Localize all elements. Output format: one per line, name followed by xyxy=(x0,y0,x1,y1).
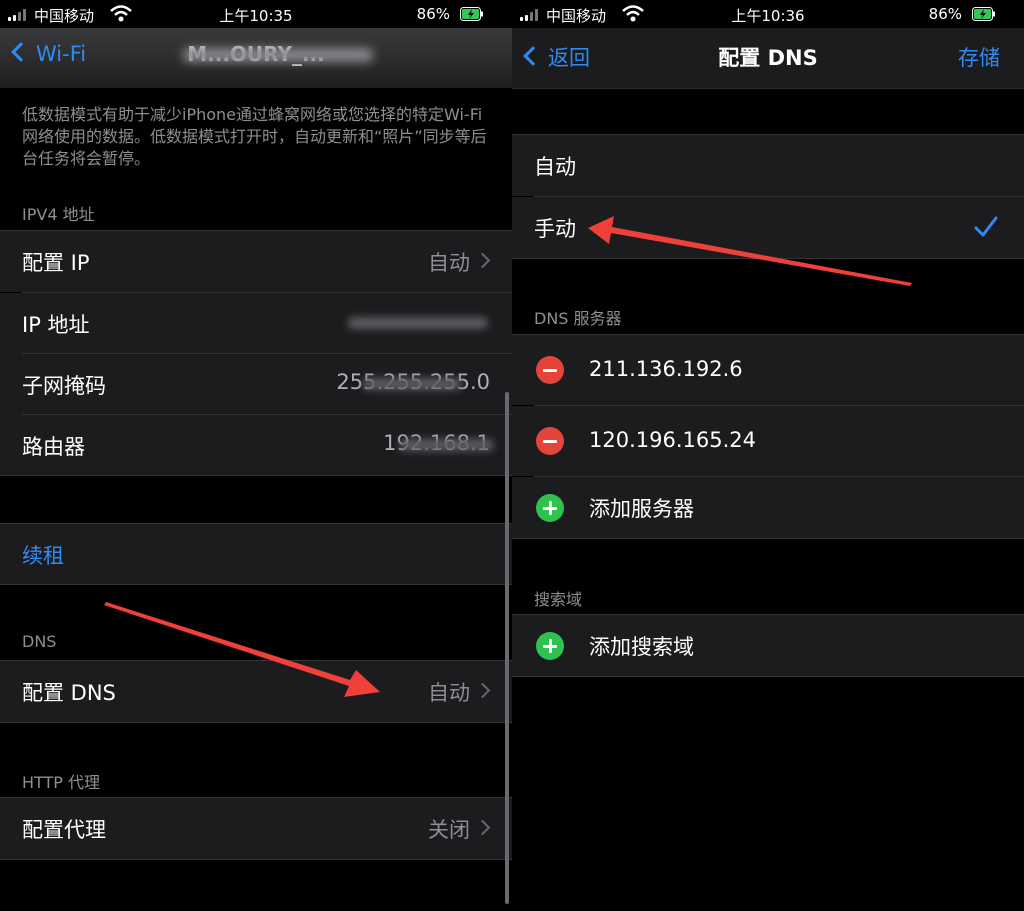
renew-lease-button[interactable]: 续租 xyxy=(0,524,512,585)
configure-proxy-label: 配置代理 xyxy=(22,818,106,842)
subnet-mask-row: 子网掩码 255.255.255.0 xyxy=(0,354,512,415)
router-label: 路由器 xyxy=(22,435,85,459)
configure-ip-label: 配置 IP xyxy=(22,251,90,275)
right-screen: 中国移动 上午10:36 86% 返回 配置 DNS 存储 自动 手动 DNS … xyxy=(512,0,1024,911)
dns-server-row: 211.136.192.6 xyxy=(512,335,1024,405)
search-domains-section-header: 搜索域 xyxy=(534,590,583,609)
nav-bar: Wi-Fi M...OURY_... xyxy=(0,28,512,88)
dns-mode-manual-option[interactable]: 手动 xyxy=(512,197,1024,258)
configure-dns-row[interactable]: 配置 DNS 自动 xyxy=(0,661,512,722)
dns-server-address[interactable]: 120.196.165.24 xyxy=(589,428,756,452)
http-proxy-section-header: HTTP 代理 xyxy=(22,773,101,792)
ip-address-value-redacted xyxy=(348,317,488,329)
save-button[interactable]: 存储 xyxy=(958,42,1000,72)
add-icon xyxy=(536,632,564,660)
battery-charging-icon xyxy=(972,7,995,21)
low-data-mode-description: 低数据模式有助于减少iPhone通过蜂窝网络或您选择的特定Wi-Fi网络使用的数… xyxy=(22,105,487,168)
configure-ip-value: 自动 xyxy=(428,251,470,275)
auto-label: 自动 xyxy=(534,155,576,179)
left-screen: 中国移动 上午10:35 86% Wi-Fi M...OURY_... 低数据模… xyxy=(0,0,512,911)
battery-percent: 86% xyxy=(416,5,450,23)
nav-bar: 返回 配置 DNS 存储 xyxy=(512,28,1024,88)
router-row: 路由器 192.168.1 xyxy=(0,415,512,476)
dns-servers-section-header: DNS 服务器 xyxy=(534,309,622,328)
checkmark-icon xyxy=(974,216,998,237)
chevron-right-icon xyxy=(474,819,491,836)
configure-dns-value: 自动 xyxy=(428,681,470,705)
renew-lease-label: 续租 xyxy=(22,544,64,568)
subnet-mask-label: 子网掩码 xyxy=(22,374,106,398)
dns-section-header: DNS xyxy=(22,632,57,651)
add-search-domain-label: 添加搜索域 xyxy=(589,635,694,659)
page-title: 配置 DNS xyxy=(718,46,818,70)
configure-dns-label: 配置 DNS xyxy=(22,681,116,705)
add-server-label: 添加服务器 xyxy=(589,497,694,521)
manual-label: 手动 xyxy=(534,217,576,241)
ip-address-row: IP 地址 xyxy=(0,293,512,354)
delete-server-button[interactable] xyxy=(536,427,564,455)
ip-address-label: IP 地址 xyxy=(22,313,90,337)
configure-ip-row[interactable]: 配置 IP 自动 xyxy=(0,231,512,292)
dns-server-row: 120.196.165.24 xyxy=(512,406,1024,476)
status-bar: 中国移动 上午10:35 86% xyxy=(0,0,512,28)
dns-server-address[interactable]: 211.136.192.6 xyxy=(589,357,743,381)
dns-mode-auto-option[interactable]: 自动 xyxy=(512,135,1024,196)
add-server-row[interactable]: 添加服务器 xyxy=(512,477,1024,538)
network-name-title: M...OURY_... xyxy=(0,42,512,66)
battery-percent: 86% xyxy=(928,5,962,23)
configure-proxy-value: 关闭 xyxy=(428,818,470,842)
ipv4-section-header: IPV4 地址 xyxy=(22,205,95,224)
battery-charging-icon xyxy=(460,7,483,21)
chevron-right-icon xyxy=(474,682,491,699)
scrollbar[interactable] xyxy=(505,392,509,904)
delete-server-button[interactable] xyxy=(536,356,564,384)
add-search-domain-row[interactable]: 添加搜索域 xyxy=(512,615,1024,676)
add-icon xyxy=(536,494,564,522)
configure-proxy-row[interactable]: 配置代理 关闭 xyxy=(0,798,512,859)
status-bar: 中国移动 上午10:36 86% xyxy=(512,0,1024,28)
chevron-right-icon xyxy=(474,252,491,269)
